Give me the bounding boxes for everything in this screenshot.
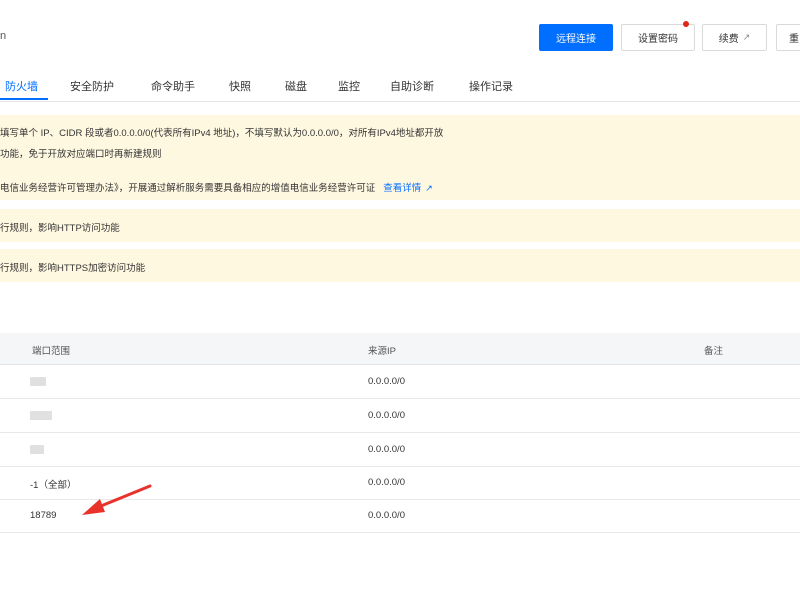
annotation-arrow-icon	[82, 484, 152, 515]
